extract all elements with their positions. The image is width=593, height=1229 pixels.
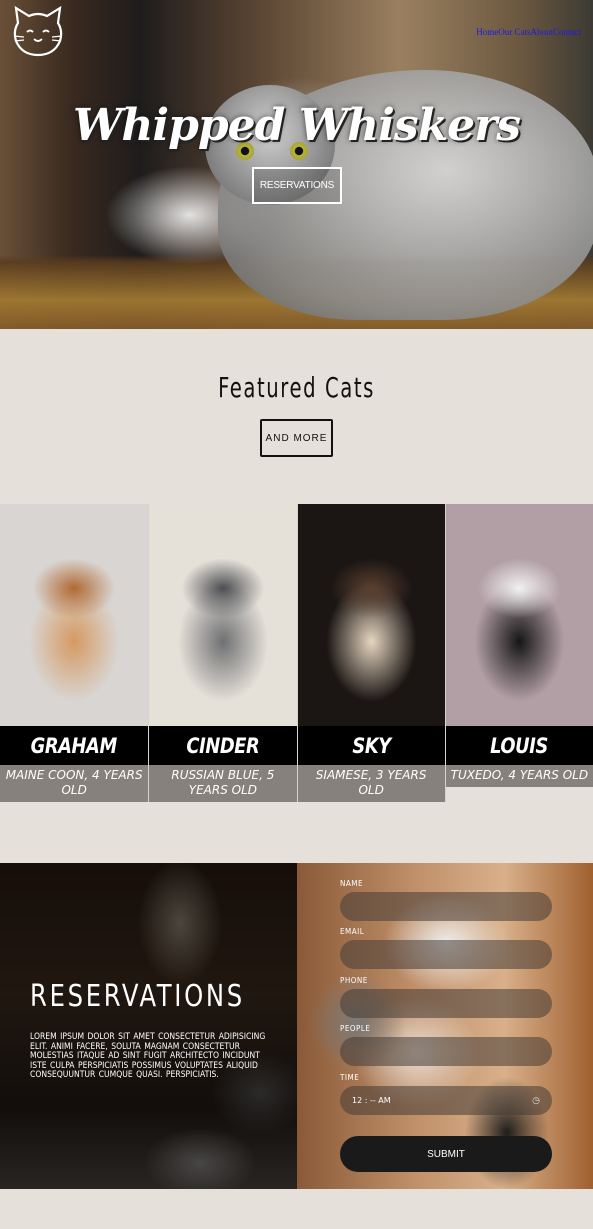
nav-link-about[interactable]: About [531, 27, 554, 37]
cat-photo [297, 504, 445, 726]
cat-description: Tuxedo, 4 Years Old [450, 768, 589, 782]
submit-button[interactable]: Submit [340, 1136, 552, 1172]
nav-link-contact[interactable]: Contact [553, 27, 581, 37]
cat-photo [445, 504, 593, 726]
cat-card[interactable]: Louis Tuxedo, 4 Years Old [444, 504, 593, 802]
cat-card[interactable]: Graham Maine Coon, 4 Years Old [0, 504, 149, 802]
clock-icon[interactable]: ◷ [532, 1096, 540, 1106]
phone-label: Phone [340, 976, 368, 985]
email-label: Email [340, 927, 365, 936]
reservations-button[interactable]: Reservations [252, 167, 342, 204]
reservations-heading: Reservations [30, 979, 245, 1014]
cat-name: Louis [490, 733, 549, 758]
name-field[interactable] [340, 892, 552, 921]
cat-photo [0, 504, 149, 726]
people-label: People [340, 1024, 371, 1033]
name-label: Name [340, 879, 364, 888]
nav-link-home[interactable]: Home [476, 27, 498, 37]
email-field[interactable] [340, 940, 552, 969]
featured-section: Featured Cats And More [0, 329, 593, 504]
people-field[interactable] [340, 1037, 552, 1066]
phone-field[interactable] [340, 989, 552, 1018]
site-title: Whipped Whiskers [72, 100, 521, 151]
nav-link-our-cats[interactable]: Our Cats [498, 27, 530, 37]
cat-card[interactable]: Sky Siamese, 3 Years Old [296, 504, 445, 802]
time-field[interactable]: 12 : -- AM ◷ [340, 1086, 552, 1115]
featured-heading: Featured Cats [218, 371, 375, 404]
reservations-description: Lorem ipsum dolor sit amet consectetur a… [30, 1032, 266, 1080]
cat-name: Cinder [186, 733, 260, 758]
cat-name: Graham [31, 733, 118, 758]
cat-logo-icon[interactable] [10, 5, 66, 57]
cat-card[interactable]: Cinder Russian Blue, 5 Years Old [148, 504, 297, 802]
reservations-section: Reservations Lorem ipsum dolor sit amet … [0, 863, 593, 1189]
cat-name: Sky [351, 733, 391, 758]
reservations-background-photo [0, 863, 297, 1189]
and-more-button[interactable]: And More [260, 419, 333, 457]
time-label: Time [340, 1073, 360, 1082]
hero-section: Home Our Cats About Contact Whipped Whis… [0, 0, 593, 329]
cat-photo [149, 504, 297, 726]
cat-cards: Graham Maine Coon, 4 Years Old Cinder Ru… [0, 504, 593, 802]
cat-description: Russian Blue, 5 Years Old [171, 768, 275, 797]
main-nav: Home Our Cats About Contact [476, 27, 581, 37]
time-value: 12 : -- AM [352, 1096, 391, 1105]
cat-description: Siamese, 3 Years Old [315, 768, 427, 797]
cat-description: Maine Coon, 4 Years Old [5, 768, 143, 797]
